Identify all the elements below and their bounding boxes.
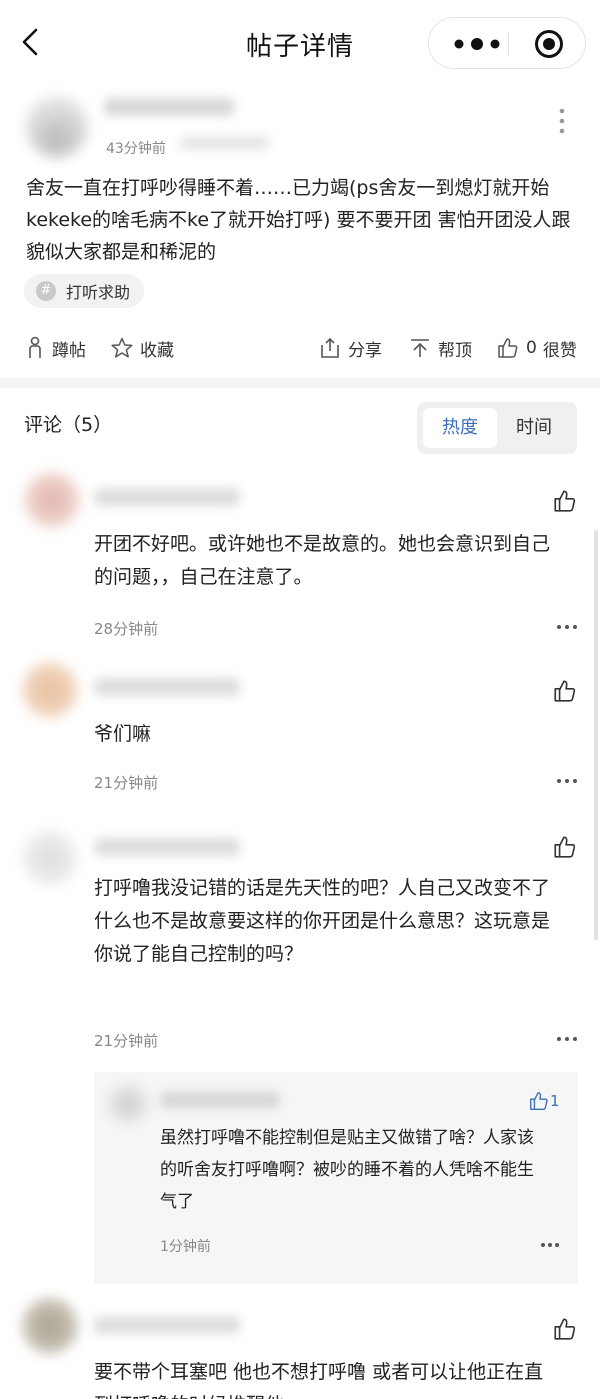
comment-more-icon[interactable]	[556, 622, 578, 632]
reply-text: 虽然打呼噜不能控制但是贴主又做错了啥？人家该的听舍友打呼噜啊？被吵的睡不着的人凭…	[160, 1128, 534, 1212]
post-tag-label: 打听求助	[66, 283, 131, 302]
comment-avatar[interactable]	[22, 662, 78, 718]
nav-bar: 帖子详情	[0, 0, 600, 88]
like-button[interactable]: 0 很赞	[496, 332, 577, 364]
star-icon	[111, 337, 133, 358]
miniapp-capsule	[428, 17, 586, 69]
post-actions: 蹲帖 收藏 分享 帮顶 0 很赞	[0, 332, 600, 364]
comment-text: 爷们嘛	[94, 723, 152, 745]
comment-more-icon[interactable]	[556, 1034, 578, 1044]
comments-count-label: 评论（5）	[24, 414, 113, 436]
reply-time: 1分钟前	[160, 1239, 211, 1255]
squat-person-icon	[29, 336, 41, 358]
post-body: 舍友一直在打呼吵得睡不着……已力竭(ps舍友一到熄灯就开始kekeke的啥毛病不…	[26, 177, 571, 263]
comment-like-icon[interactable]	[552, 1316, 578, 1342]
reply-author-name[interactable]	[160, 1092, 280, 1108]
squat-button[interactable]: 蹲帖	[24, 332, 86, 364]
comment-time: 28分钟前	[94, 620, 159, 638]
share-button[interactable]: 分享	[318, 332, 382, 364]
boost-label: 帮顶	[438, 340, 472, 361]
comment-more-icon[interactable]	[556, 776, 578, 786]
comment-avatar[interactable]	[24, 472, 80, 528]
capsule-separator	[508, 32, 509, 56]
scrollbar[interactable]	[594, 530, 598, 940]
comment-item: 要不带个耳塞吧 他也不想打呼噜 或者可以让他正在直到打呼噜的时候推醒他	[0, 1290, 600, 1399]
comment-sort-toggle: 热度 时间	[417, 402, 577, 454]
like-label: 很赞	[542, 340, 577, 361]
reply-thumbs-up-icon	[530, 1092, 548, 1110]
squat-label: 蹲帖	[52, 340, 86, 361]
share-label: 分享	[348, 340, 382, 361]
comment-item: 爷们嘛 21分钟前	[0, 650, 600, 810]
reply-more-icon[interactable]	[540, 1240, 560, 1250]
reply-like-button[interactable]: 1	[528, 1090, 560, 1112]
more-vertical-icon[interactable]	[552, 106, 572, 136]
author-name[interactable]	[104, 98, 234, 116]
comments-header: 评论（5） 热度 时间	[0, 388, 600, 468]
comment-like-icon[interactable]	[552, 678, 578, 704]
comment-like-icon[interactable]	[552, 834, 578, 860]
comment-avatar[interactable]	[22, 830, 78, 886]
comment-like-icon[interactable]	[552, 488, 578, 514]
author-avatar[interactable]	[26, 96, 88, 158]
author-meta	[180, 136, 270, 150]
boost-up-icon	[411, 339, 429, 357]
comment-author-name[interactable]	[94, 1316, 240, 1334]
comment-text: 开团不好吧。或许她也不是故意的。她也会意识到自己的问题，，自己在注意了。	[94, 533, 551, 588]
sort-hot-tab[interactable]: 热度	[423, 408, 497, 448]
sort-time-tab[interactable]: 时间	[497, 408, 571, 448]
reply-like-count: 1	[550, 1092, 560, 1110]
comment-text: 要不带个耳塞吧 他也不想打呼噜 或者可以让他正在直到打呼噜的时候推醒他	[94, 1361, 544, 1399]
comment-time: 21分钟前	[94, 774, 159, 792]
close-miniapp-icon[interactable]	[533, 28, 565, 60]
comment-author-name[interactable]	[94, 838, 240, 856]
hashtag-icon: #	[36, 281, 56, 301]
like-count: 0	[526, 338, 537, 358]
collect-label: 收藏	[140, 340, 174, 361]
share-icon	[321, 337, 339, 358]
more-dots-icon[interactable]	[449, 30, 505, 58]
comment-item: 开团不好吧。或许她也不是故意的。她也会意识到自己的问题，，自己在注意了。 28分…	[0, 468, 600, 650]
thumbs-up-icon	[498, 338, 518, 358]
comment-text: 打呼噜我没记错的话是先天性的吧？人自己又改变不了什么也不是故意要这样的你开团是什…	[94, 877, 551, 965]
post-tag[interactable]: # 打听求助	[24, 274, 145, 308]
comment-avatar[interactable]	[22, 1298, 78, 1354]
comment-author-name[interactable]	[94, 488, 240, 506]
comment-item: 打呼噜我没记错的话是先天性的吧？人自己又改变不了什么也不是故意要这样的你开团是什…	[0, 810, 600, 1080]
reply-avatar[interactable]	[108, 1084, 148, 1124]
post-card: 43分钟前 舍友一直在打呼吵得睡不着……已力竭(ps舍友一到熄灯就开始kekek…	[0, 88, 600, 378]
reply-thread: 1 虽然打呼噜不能控制但是贴主又做错了啥？人家该的听舍友打呼噜啊？被吵的睡不着的…	[94, 1072, 578, 1284]
section-divider	[0, 378, 600, 388]
comment-time: 21分钟前	[94, 1032, 159, 1050]
post-time: 43分钟前	[106, 141, 166, 157]
collect-button[interactable]: 收藏	[110, 332, 174, 364]
boost-button[interactable]: 帮顶	[408, 332, 472, 364]
comment-author-name[interactable]	[94, 678, 240, 696]
